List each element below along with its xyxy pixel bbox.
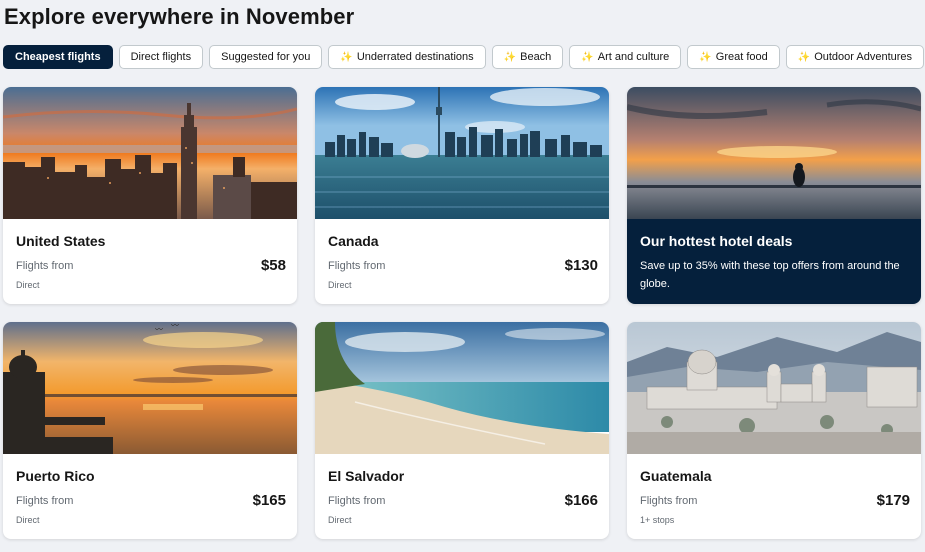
destination-name: Puerto Rico xyxy=(16,468,95,484)
svg-text:〰: 〰 xyxy=(171,322,179,330)
filter-chip-label: Beach xyxy=(520,51,552,63)
filter-chip-label: Suggested for you xyxy=(221,51,311,63)
destination-name: El Salvador xyxy=(328,468,405,484)
hotel-deals-title: Our hottest hotel deals xyxy=(640,233,793,249)
stops-label: Direct xyxy=(328,515,352,525)
filter-chip-label: Underrated destinations xyxy=(356,51,474,63)
sparkle-icon: ✨ xyxy=(581,51,594,63)
destination-card-el-salvador[interactable]: El Salvador Flights from $166 Direct xyxy=(315,322,609,539)
destination-price: $130 xyxy=(564,257,598,274)
sparkle-icon: ✨ xyxy=(699,51,712,63)
filter-chip-outdoor[interactable]: ✨ Outdoor Adventures xyxy=(785,45,925,69)
filter-chip-label: Cheapest flights xyxy=(15,51,101,63)
destination-card-united-states[interactable]: United States Flights from $58 Direct xyxy=(3,87,297,304)
filter-chip-label: Great food xyxy=(715,51,768,63)
filter-chip-label: Direct flights xyxy=(130,51,192,63)
page-title: Explore everywhere in November xyxy=(4,4,355,29)
destination-image xyxy=(315,87,609,219)
sparkle-icon: ✨ xyxy=(340,51,353,63)
flights-from-label: Flights from xyxy=(16,260,74,272)
destination-price: $165 xyxy=(252,492,286,509)
destination-price: $58 xyxy=(260,257,286,274)
hotel-deals-card[interactable]: Our hottest hotel deals Save up to 35% w… xyxy=(627,87,921,304)
destination-price: $166 xyxy=(564,492,598,509)
destination-name: Guatemala xyxy=(640,468,712,484)
flights-from-label: Flights from xyxy=(328,495,386,507)
stops-label: Direct xyxy=(328,280,352,290)
destination-name: United States xyxy=(16,233,106,249)
stops-label: Direct xyxy=(16,515,40,525)
flights-from-label: Flights from xyxy=(328,260,386,272)
filter-chip-beach[interactable]: ✨ Beach xyxy=(491,45,564,69)
destination-image xyxy=(3,87,297,219)
filter-chip-direct-flights[interactable]: Direct flights xyxy=(118,45,204,69)
hotel-deals-image xyxy=(627,87,921,219)
destination-name: Canada xyxy=(328,233,379,249)
destination-card-puerto-rico[interactable]: 〰 〰 Puerto Rico Flights from $165 Direct xyxy=(3,322,297,539)
svg-text:〰: 〰 xyxy=(155,325,163,334)
flights-from-label: Flights from xyxy=(640,495,698,507)
stops-label: Direct xyxy=(16,280,40,290)
destination-card-canada[interactable]: Canada Flights from $130 Direct xyxy=(315,87,609,304)
filter-chip-suggested[interactable]: Suggested for you xyxy=(209,45,323,69)
filter-chip-great-food[interactable]: ✨ Great food xyxy=(687,45,780,69)
sparkle-icon: ✨ xyxy=(797,51,811,63)
destination-image xyxy=(627,322,921,454)
stops-label: 1+ stops xyxy=(640,515,675,525)
destination-card-guatemala[interactable]: Guatemala Flights from $179 1+ stops xyxy=(627,322,921,539)
filter-chip-cheapest-flights[interactable]: Cheapest flights xyxy=(3,45,113,69)
destination-price: $179 xyxy=(876,492,910,509)
sparkle-icon: ✨ xyxy=(503,51,517,63)
flights-from-label: Flights from xyxy=(16,495,74,507)
filter-chip-underrated[interactable]: ✨ Underrated destinations xyxy=(328,45,486,69)
filter-chip-label: Art and culture xyxy=(597,51,670,63)
filter-chips: Cheapest flights Direct flights Suggeste… xyxy=(3,45,925,69)
destination-image xyxy=(315,322,609,454)
filter-chip-label: Outdoor Adventures xyxy=(814,51,913,63)
hotel-deals-description: Save up to 35% with these top offers fro… xyxy=(640,260,900,290)
filter-chip-art-culture[interactable]: ✨ Art and culture xyxy=(569,45,682,69)
destination-image: 〰 〰 xyxy=(3,322,297,454)
